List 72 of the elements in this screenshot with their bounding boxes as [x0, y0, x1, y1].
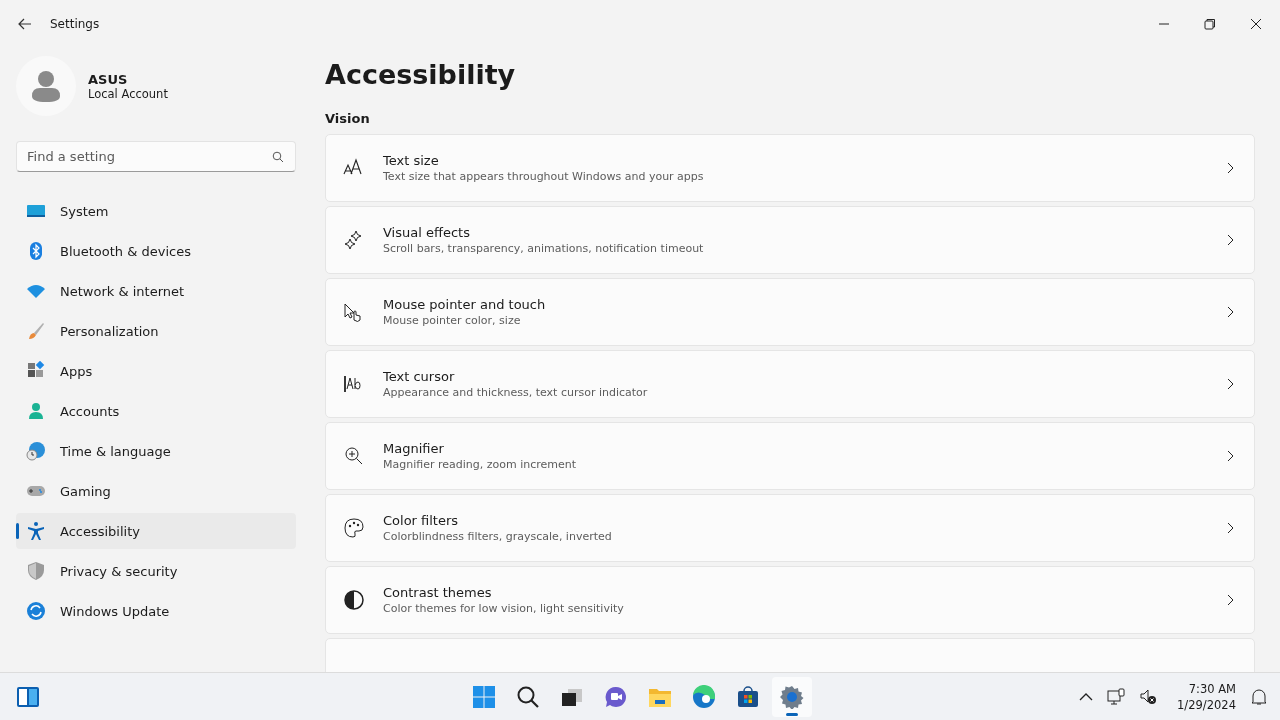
settings-card[interactable]: Color filters Colorblindness filters, grayscale, inverted — [325, 494, 1255, 562]
magnifier-icon — [343, 445, 365, 467]
network-icon[interactable] — [1107, 687, 1126, 706]
card-title: Magnifier — [383, 441, 445, 456]
muted-speaker-icon[interactable] — [1139, 687, 1158, 706]
settings-card[interactable]: Contrast themes Color themes for low vision, light sensitivity — [325, 566, 1255, 634]
back-icon[interactable] — [18, 18, 32, 30]
settings-card[interactable]: Mouse pointer and touch Mouse pointer color, size — [325, 278, 1255, 346]
chevron-icon — [1226, 450, 1234, 462]
chevron-icon — [1226, 234, 1234, 246]
windows-icon — [472, 684, 496, 709]
search-icon — [516, 684, 540, 709]
card-description: Appearance and thickness, text cursor indicator — [383, 386, 649, 399]
settings-card[interactable]: Magnifier Magnifier reading, zoom increment — [325, 422, 1255, 490]
contrast-icon — [343, 589, 365, 611]
close-icon[interactable] — [1250, 18, 1262, 30]
widgets-icon[interactable] — [16, 685, 40, 708]
brush-icon — [26, 321, 46, 341]
nav-item[interactable]: Apps — [16, 353, 296, 389]
clock-date[interactable]: 1/29/2024 — [1177, 697, 1236, 712]
chevron-icon — [1226, 378, 1234, 390]
accessibility-icon — [26, 521, 46, 541]
account-type: Local Account — [88, 86, 168, 101]
nav-item[interactable]: System — [16, 193, 296, 229]
account-name: ASUS — [88, 71, 129, 87]
nav-item[interactable]: Gaming — [16, 473, 296, 509]
card-title: Text size — [383, 153, 440, 168]
globe-clock-icon — [26, 441, 46, 461]
palette-icon — [343, 517, 365, 539]
settings-card[interactable]: Text size Text size that appears throughout Windows and your apps — [325, 134, 1255, 202]
card-title: Color filters — [383, 513, 460, 528]
card-description: Mouse pointer color, size — [383, 314, 522, 327]
nav-item[interactable]: Accounts — [16, 393, 296, 429]
nav-item[interactable]: Network & internet — [16, 273, 296, 309]
card-description: Color themes for low vision, light sensitivity — [383, 602, 625, 615]
card-description: Magnifier reading, zoom increment — [383, 458, 578, 471]
card-description: Text size that appears throughout Windows and your apps — [383, 170, 705, 183]
avatar-icon — [16, 56, 76, 116]
card-title: Visual effects — [383, 225, 471, 240]
chevron-icon — [1226, 162, 1234, 174]
person-icon — [26, 401, 46, 421]
card-title: Mouse pointer and touch — [383, 297, 547, 312]
section-heading: Vision — [325, 111, 371, 126]
search-icon — [272, 151, 284, 163]
restore-icon[interactable] — [1204, 18, 1216, 30]
nav-item[interactable]: Time & language — [16, 433, 296, 469]
chevron-up-icon[interactable] — [1079, 692, 1094, 701]
clock-time[interactable]: 7:30 AM — [1188, 681, 1236, 696]
card-description: Scroll bars, transparency, animations, notification timeout — [383, 242, 705, 255]
chat-icon — [604, 684, 628, 709]
settings-icon — [780, 684, 804, 709]
nav-item[interactable]: Bluetooth & devices — [16, 233, 296, 269]
chevron-icon — [1226, 522, 1234, 534]
nav-item[interactable]: Privacy & security — [16, 553, 296, 589]
chevron-icon — [1226, 594, 1234, 606]
window-title: Settings — [50, 17, 100, 31]
shield-icon — [26, 561, 46, 581]
chevron-icon — [1226, 306, 1234, 318]
nav-item[interactable]: Accessibility — [16, 513, 296, 549]
page-title: Accessibility — [325, 58, 517, 92]
store-icon — [736, 684, 760, 709]
settings-card[interactable]: Text cursor Appearance and thickness, text cursor indicator — [325, 350, 1255, 418]
sync-icon — [26, 601, 46, 621]
search-field[interactable]: Find a setting — [16, 141, 296, 172]
notification-bell-icon[interactable] — [1250, 687, 1268, 706]
settings-card[interactable]: Visual effects Scroll bars, transparency, animations, notification timeout — [325, 206, 1255, 274]
card-title: Text cursor — [383, 369, 456, 384]
nav-item[interactable]: Personalization — [16, 313, 296, 349]
card-title: Contrast themes — [383, 585, 493, 600]
card-description: Colorblindness filters, grayscale, inverted — [383, 530, 613, 543]
browser-icon — [692, 684, 716, 709]
nav-item[interactable]: Windows Update — [16, 593, 296, 629]
